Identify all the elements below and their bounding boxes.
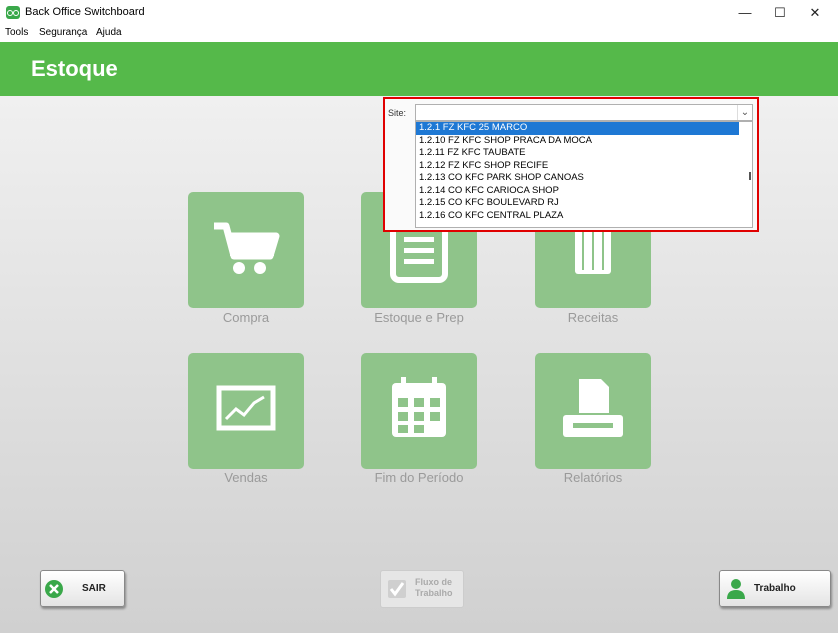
shopping-cart-icon (214, 222, 280, 274)
tile-compra-label: Compra (222, 310, 270, 325)
chart-icon (216, 385, 276, 431)
workflow-button-label: Fluxo de Trabalho (415, 577, 453, 598)
site-option-list: 1.2.1 FZ KFC 25 MARCO 1.2.10 FZ KFC SHOP… (415, 121, 753, 228)
close-circle-icon (45, 580, 63, 598)
tile-compra[interactable] (188, 192, 304, 308)
site-option[interactable]: 1.2.12 FZ KFC SHOP RECIFE (416, 160, 752, 173)
site-option[interactable]: 1.2.11 FZ KFC TAUBATE (416, 147, 752, 160)
site-option[interactable]: 1.2.15 CO KFC BOULEVARD RJ (416, 197, 752, 210)
menu-bar: Tools Segurança Ajuda (0, 26, 838, 42)
menu-seguranca[interactable]: Segurança (39, 27, 87, 38)
workflow-button: Fluxo de Trabalho (380, 570, 464, 608)
menu-ajuda[interactable]: Ajuda (96, 27, 122, 38)
window-title: Back Office Switchboard (25, 6, 145, 18)
page-header: Estoque (0, 42, 838, 96)
page-title: Estoque (31, 56, 118, 81)
menu-tools[interactable]: Tools (5, 27, 28, 38)
site-selector-panel: Site: ⌄ 1.2.1 FZ KFC 25 MARCO 1.2.10 FZ … (383, 97, 759, 232)
site-option[interactable]: 1.2.14 CO KFC CARIOCA SHOP (416, 185, 752, 198)
tile-fim-periodo-label: Fim do Período (374, 470, 464, 485)
tile-vendas[interactable] (188, 353, 304, 469)
site-dropdown[interactable]: ⌄ (415, 104, 753, 121)
title-bar: Back Office Switchboard — ☐ ✕ (0, 0, 838, 26)
app-icon (6, 6, 20, 19)
user-icon (727, 579, 745, 599)
site-list-scrollbar[interactable] (749, 172, 751, 180)
tile-fim-periodo[interactable] (361, 353, 477, 469)
calendar-icon (392, 377, 446, 437)
exit-button-label: SAIR (82, 583, 106, 594)
tile-relatorios-label: Relatórios (563, 470, 623, 485)
tile-estoque-prep-label: Estoque e Prep (374, 310, 464, 325)
tile-vendas-label: Vendas (224, 470, 268, 485)
close-button[interactable]: ✕ (792, 0, 838, 26)
chevron-down-icon[interactable]: ⌄ (737, 105, 752, 120)
exit-button[interactable]: SAIR (40, 570, 125, 607)
site-option[interactable]: 1.2.1 FZ KFC 25 MARCO (416, 122, 739, 135)
work-button[interactable]: Trabalho (719, 570, 831, 607)
work-button-label: Trabalho (754, 583, 796, 594)
site-option[interactable]: 1.2.16 CO KFC CENTRAL PLAZA (416, 210, 752, 223)
tile-relatorios[interactable] (535, 353, 651, 469)
site-option[interactable]: 1.2.13 CO KFC PARK SHOP CANOAS (416, 172, 752, 185)
site-label: Site: (388, 108, 407, 118)
site-option[interactable]: 1.2.10 FZ KFC SHOP PRACA DA MOCA (416, 135, 752, 148)
tile-receitas-label: Receitas (567, 310, 619, 325)
printer-icon (563, 379, 623, 437)
checkbox-icon (388, 580, 406, 598)
